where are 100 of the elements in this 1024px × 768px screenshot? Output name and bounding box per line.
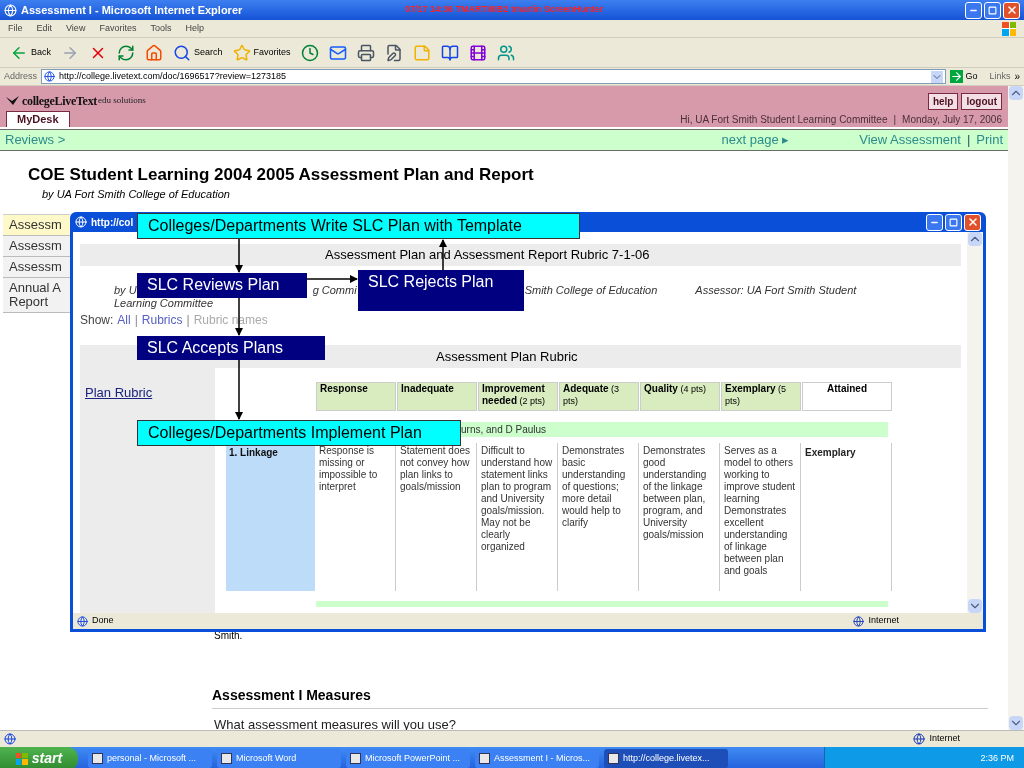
byline-fragment: g Commi [312, 284, 357, 297]
separator: | [186, 313, 190, 327]
attained-cell: Exemplary [802, 443, 892, 591]
zone-label: Internet [929, 732, 960, 746]
taskbar-button[interactable]: Microsoft PowerPoint ... [346, 749, 470, 768]
flow-arrow [235, 238, 243, 273]
assessor-text: Assessor: UA Fort Smith Student [695, 284, 857, 297]
clock: 2:36 PM [980, 751, 1014, 765]
taskbar-button[interactable]: Assessment I - Micros... [475, 749, 599, 768]
column-header: Attained [802, 382, 892, 411]
dropdown-icon[interactable] [931, 70, 944, 83]
menu-item[interactable]: View [66, 21, 86, 36]
menu-item[interactable]: Favorites [99, 21, 137, 36]
flowchart-step: SLC Reviews Plan [137, 273, 307, 298]
menu-item[interactable]: Edit [36, 21, 53, 36]
flow-arrow [306, 275, 358, 283]
criterion-cell: 1. Linkage [226, 443, 315, 591]
column-header: Exemplary (5 pts) [721, 382, 801, 411]
address-field[interactable]: http://college.livetext.com/doc/1696517?review=1273185 [41, 69, 947, 84]
scroll-down-icon[interactable] [1009, 716, 1023, 730]
star-icon [232, 43, 251, 62]
windows-logo-icon [15, 752, 28, 765]
go-button[interactable]: Go [950, 69, 978, 84]
separator: | [134, 313, 138, 327]
more-chevron[interactable]: » [1014, 69, 1020, 84]
refresh-icon [117, 43, 135, 62]
filter-link[interactable]: Rubrics [141, 313, 183, 327]
breadcrumb-link[interactable]: Reviews > [5, 130, 66, 150]
scroll-down-icon[interactable] [968, 599, 982, 613]
taskbar-button[interactable]: personal - Microsoft ... [88, 749, 212, 768]
table-cell: Demonstrates good understanding of the linkage between plan, program, and University goals/mission [640, 443, 720, 591]
people-icon [496, 43, 515, 62]
browser-icon [4, 3, 17, 17]
links-label[interactable]: Links [989, 69, 1011, 84]
flowchart-step: Colleges/Departments Write SLC Plan with Template [137, 213, 580, 239]
taskbar-button[interactable]: Microsoft Word [217, 749, 341, 768]
logo[interactable]: collegeLiveText [22, 91, 98, 110]
header-button[interactable]: logout [961, 93, 1002, 110]
toolbar-button[interactable]: Search [171, 40, 225, 65]
windows-logo-icon [1002, 21, 1016, 36]
print-link[interactable]: Print [976, 130, 1003, 150]
byline-fragment: Smith College of Education [524, 284, 658, 297]
byline-fragment: Learning Committee [114, 297, 215, 310]
minimize-button[interactable] [926, 213, 943, 231]
zone-label: Internet [868, 614, 899, 628]
popup-title: http://col [91, 215, 134, 230]
side-tab[interactable]: Annual A Report [3, 277, 70, 313]
filter-link[interactable]: All [117, 313, 131, 327]
side-tab[interactable]: Assessm [3, 214, 70, 236]
note-icon [412, 43, 431, 62]
scroll-up-icon[interactable] [1009, 86, 1023, 100]
taskbar-button[interactable]: http://college.livetex... [604, 749, 728, 768]
document-byline: by UA Fort Smith College of Education [42, 186, 231, 202]
flowchart-step: SLC Accepts Plans [137, 336, 325, 360]
flowchart-step: SLC Rejects Plan [358, 270, 524, 311]
scrollbar[interactable] [1008, 86, 1024, 730]
close-button[interactable] [1003, 1, 1020, 19]
view-assessment-link[interactable]: View Assessment [859, 130, 961, 150]
close-icon [1005, 4, 1018, 16]
status-text: Done [92, 614, 114, 628]
toolbar-button[interactable]: Back [8, 40, 53, 65]
maximize-button[interactable] [984, 1, 1001, 19]
date: Monday, July 17, 2006 [902, 113, 1002, 127]
scroll-up-icon[interactable] [968, 232, 982, 246]
menu-item[interactable]: Tools [150, 21, 172, 36]
app-icon [479, 753, 490, 764]
column-header: Response [316, 382, 396, 411]
menu-item[interactable]: File [8, 21, 23, 36]
header-button[interactable]: help [927, 93, 959, 110]
scrollbar[interactable] [967, 232, 983, 613]
flow-arrow [235, 359, 243, 420]
table-cell: Demonstrates basic understanding of questions; more detail would help to clarify [559, 443, 639, 591]
separator: | [966, 131, 971, 149]
menu-item[interactable]: Help [185, 21, 204, 36]
search-icon [173, 43, 191, 62]
maximize-button[interactable] [945, 213, 962, 231]
film-icon [468, 43, 487, 62]
mail-icon [328, 43, 347, 62]
table-cell: Difficult to understand how statement links plan to program and University goals/mission. May not be clearly organized [478, 443, 558, 591]
logo-tagline: edu solutions [98, 93, 146, 107]
window-title: Assessment I - Microsoft Internet Explorer [21, 2, 244, 18]
next-page-link[interactable]: next page ▸ [721, 130, 790, 150]
section-heading: Assessment I Measures [212, 684, 988, 709]
recorder-caption: 07/17 14:36 TMARTIIIIB2 tmartin ScreenHunter [405, 3, 604, 17]
minimize-button[interactable] [965, 1, 982, 19]
zone-icon [853, 615, 865, 627]
side-tab[interactable]: Assessm [3, 235, 70, 257]
document-title: COE Student Learning 2004 2005 Assessment Plan and Report [28, 163, 535, 186]
byline-fragment: by U [114, 284, 137, 297]
toolbar-button[interactable]: Favorites [230, 40, 293, 65]
home-icon [145, 43, 163, 62]
greeting: Hi, UA Fort Smith Student Learning Committee [680, 113, 888, 127]
maximize-icon [988, 5, 997, 15]
close-button[interactable] [964, 213, 981, 231]
mydesk-tab[interactable]: MyDesk [6, 111, 70, 127]
app-icon [350, 753, 361, 764]
maximize-icon [949, 217, 958, 227]
plan-rubric-link[interactable]: Plan Rubric [85, 385, 153, 400]
side-tab[interactable]: Assessm [3, 256, 70, 278]
separator: | [893, 113, 897, 127]
